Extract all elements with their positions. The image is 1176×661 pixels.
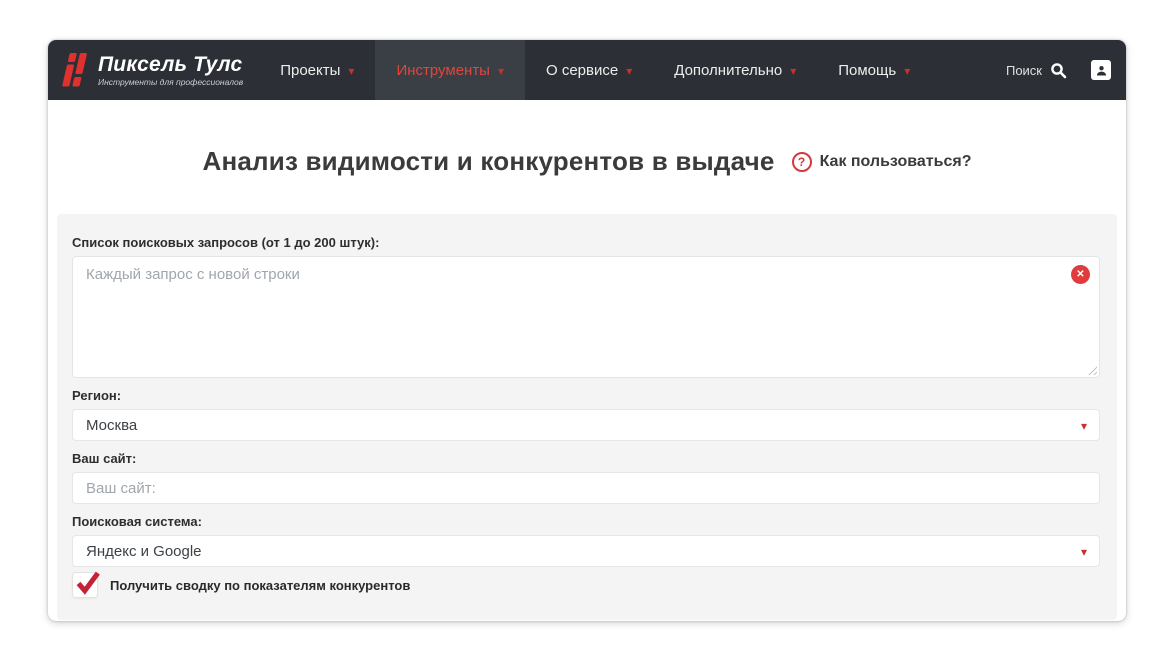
analysis-form: Список поисковых запросов (от 1 до 200 ш… xyxy=(57,214,1117,620)
competitors-checkbox-row: Получить сводку по показателям конкурент… xyxy=(72,571,1100,598)
page-title: Анализ видимости и конкурентов в выдаче xyxy=(202,146,775,176)
nav-item-help[interactable]: Помощь ▾ xyxy=(817,40,931,100)
main-nav: Проекты ▾ Инструменты ▾ О сервисе ▾ Допо… xyxy=(259,40,931,100)
caret-down-icon: ▾ xyxy=(497,64,504,78)
queries-field-wrap: ✕ xyxy=(72,256,1100,378)
logo-icon xyxy=(62,53,87,87)
engine-selected-value: Яндекс и Google xyxy=(86,542,202,560)
how-to-use-label: Как пользоваться? xyxy=(819,152,972,170)
caret-down-icon: ▾ xyxy=(904,64,911,78)
engine-label: Поисковая система: xyxy=(72,514,202,529)
nav-item-extra[interactable]: Дополнительно ▾ xyxy=(653,40,817,100)
site-label: Ваш сайт: xyxy=(72,451,137,466)
clear-queries-button[interactable]: ✕ xyxy=(1071,265,1090,284)
nav-item-label: Помощь xyxy=(838,61,897,79)
caret-down-icon: ▾ xyxy=(1080,545,1087,559)
nav-item-about[interactable]: О сервисе ▾ xyxy=(525,40,653,100)
nav-item-label: О сервисе xyxy=(546,61,619,79)
user-icon xyxy=(1096,65,1106,76)
clear-icon: ✕ xyxy=(1076,269,1085,280)
topbar-right: Поиск xyxy=(1006,40,1126,100)
search-icon xyxy=(1051,62,1067,78)
nav-item-label: Проекты xyxy=(280,61,341,79)
nav-item-tools[interactable]: Инструменты ▾ xyxy=(375,40,525,100)
how-to-use-link[interactable]: ? Как пользоваться? xyxy=(791,151,972,172)
caret-down-icon: ▾ xyxy=(790,64,797,78)
title-row: Анализ видимости и конкурентов в выдаче … xyxy=(48,146,1126,177)
account-button[interactable] xyxy=(1091,60,1111,80)
competitors-checkbox[interactable] xyxy=(72,571,100,598)
question-mark-icon: ? xyxy=(791,151,812,172)
logo-text: Пиксель Тулс Инструменты для профессиона… xyxy=(98,52,244,87)
caret-down-icon: ▾ xyxy=(626,64,633,78)
nav-item-label: Инструменты xyxy=(396,61,490,79)
competitors-checkbox-label: Получить сводку по показателям конкурент… xyxy=(110,577,411,593)
caret-down-icon: ▾ xyxy=(1080,419,1087,433)
search-button[interactable]: Поиск xyxy=(1006,62,1067,79)
logo[interactable]: Пиксель Тулс Инструменты для профессиона… xyxy=(48,40,259,100)
region-select[interactable]: Москва ▾ xyxy=(72,409,1100,441)
queries-label: Список поисковых запросов (от 1 до 200 ш… xyxy=(72,235,380,250)
checkmark-icon xyxy=(76,571,100,595)
region-label: Регион: xyxy=(72,388,122,403)
top-nav: Пиксель Тулс Инструменты для профессиона… xyxy=(48,40,1126,100)
main-window: Пиксель Тулс Инструменты для профессиона… xyxy=(48,40,1126,621)
queries-textarea[interactable] xyxy=(72,256,1100,378)
site-input[interactable] xyxy=(72,472,1100,504)
logo-title: Пиксель Тулс xyxy=(98,52,243,76)
search-label: Поиск xyxy=(1005,62,1042,78)
region-selected-value: Москва xyxy=(86,416,138,434)
engine-select[interactable]: Яндекс и Google ▾ xyxy=(72,535,1100,567)
nav-item-label: Дополнительно xyxy=(674,61,783,79)
logo-tagline: Инструменты для профессионалов xyxy=(98,76,244,87)
nav-item-projects[interactable]: Проекты ▾ xyxy=(259,40,375,100)
caret-down-icon: ▾ xyxy=(348,64,355,78)
